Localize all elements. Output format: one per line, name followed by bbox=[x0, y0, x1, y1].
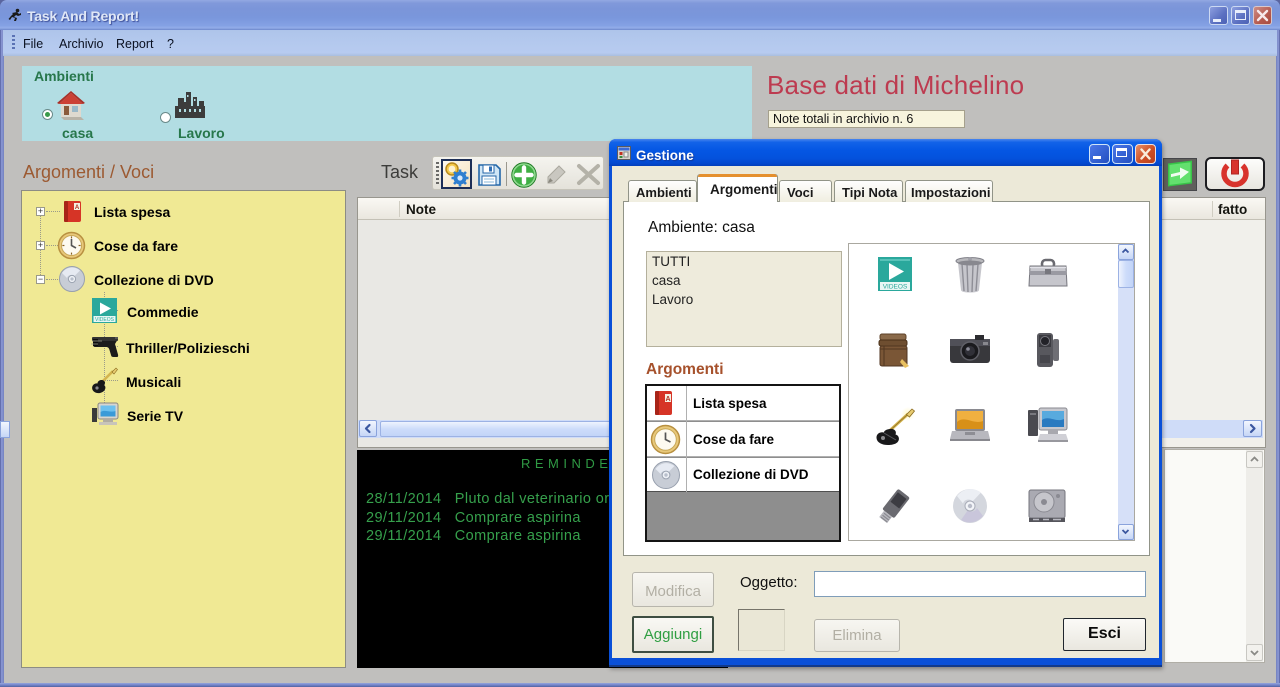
svg-text:VIDEOS: VIDEOS bbox=[95, 317, 115, 323]
svg-text:A: A bbox=[75, 205, 80, 211]
svg-text:A: A bbox=[665, 396, 670, 403]
svg-text:VIDEOS: VIDEOS bbox=[883, 284, 908, 291]
